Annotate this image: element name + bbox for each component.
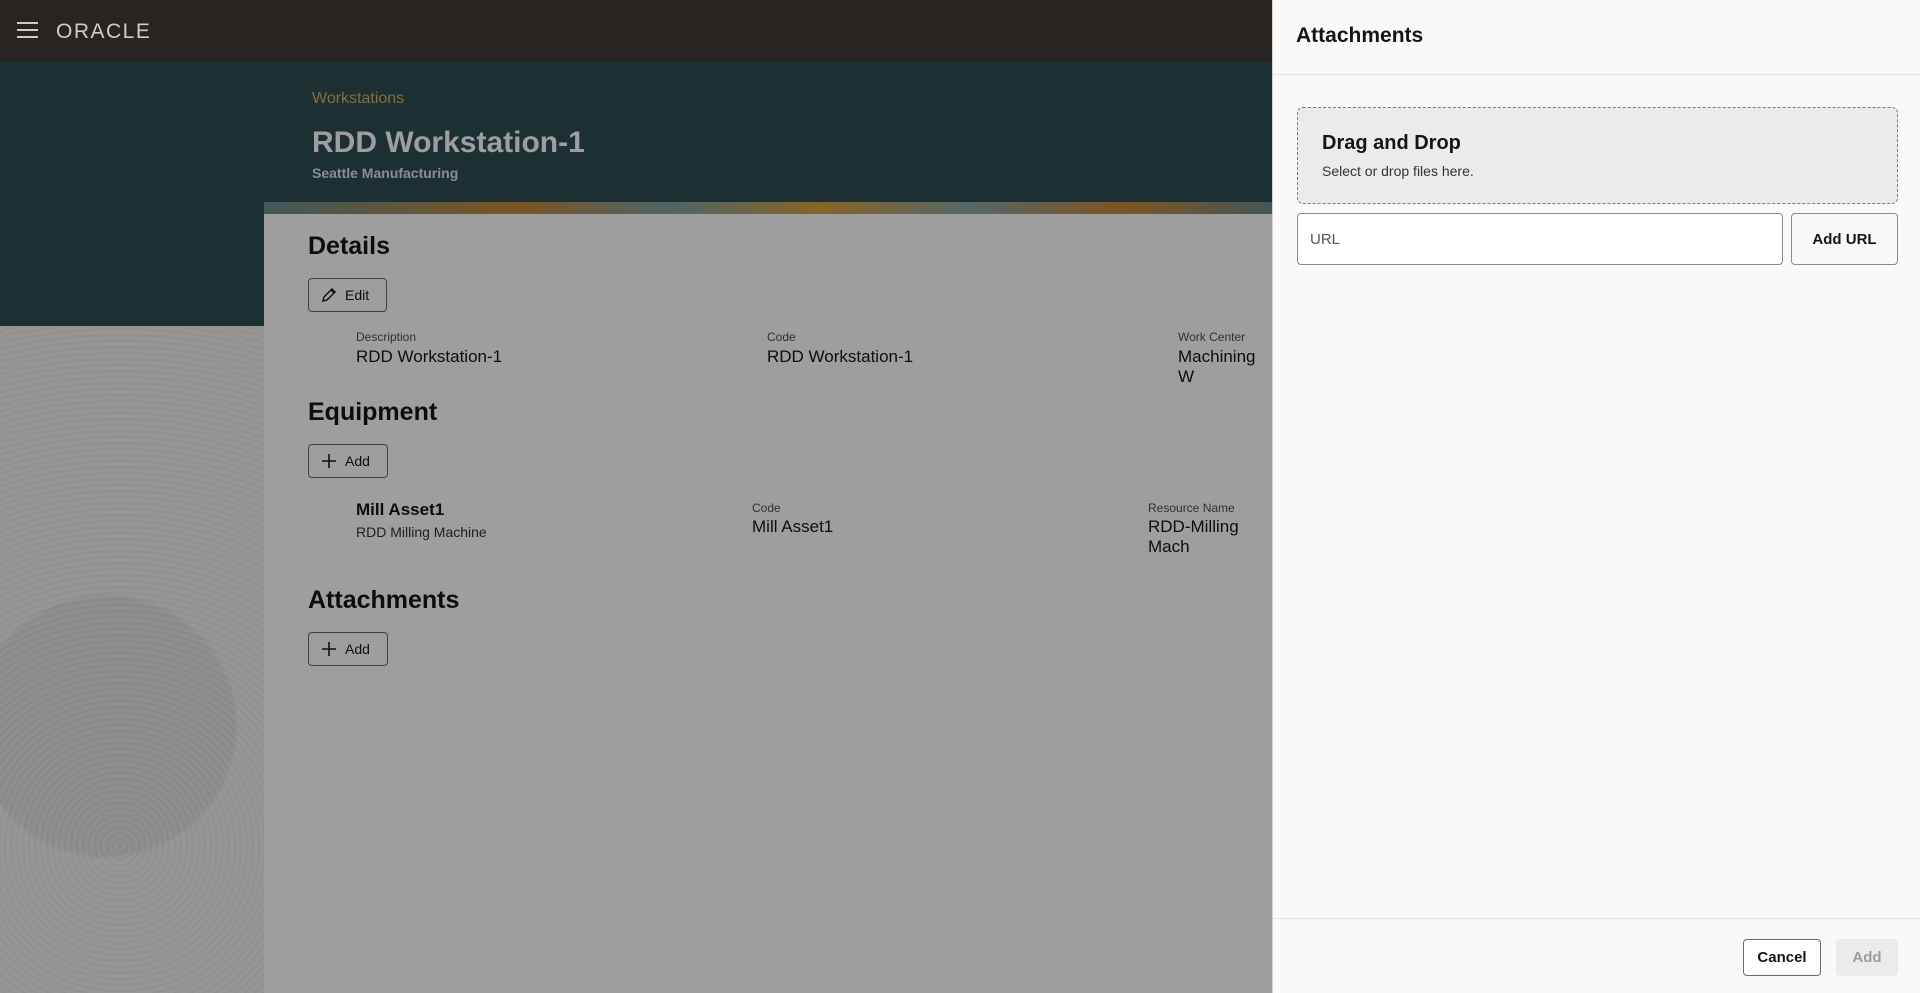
add-url-button[interactable]: Add URL <box>1791 213 1898 265</box>
dropzone-title: Drag and Drop <box>1322 132 1461 154</box>
url-input[interactable] <box>1297 213 1783 265</box>
divider <box>1273 74 1920 75</box>
file-dropzone[interactable]: Drag and Drop Select or drop files here. <box>1297 107 1898 204</box>
footer-divider <box>1273 918 1920 919</box>
scrim[interactable] <box>0 62 1272 993</box>
add-button[interactable]: Add <box>1836 939 1898 976</box>
attachments-drawer: Attachments Drag and Drop Select or drop… <box>1272 0 1920 993</box>
dropzone-subtitle: Select or drop files here. <box>1322 163 1474 179</box>
cancel-button[interactable]: Cancel <box>1743 939 1821 976</box>
scrim-top[interactable] <box>0 0 1272 62</box>
drawer-title: Attachments <box>1296 24 1424 47</box>
